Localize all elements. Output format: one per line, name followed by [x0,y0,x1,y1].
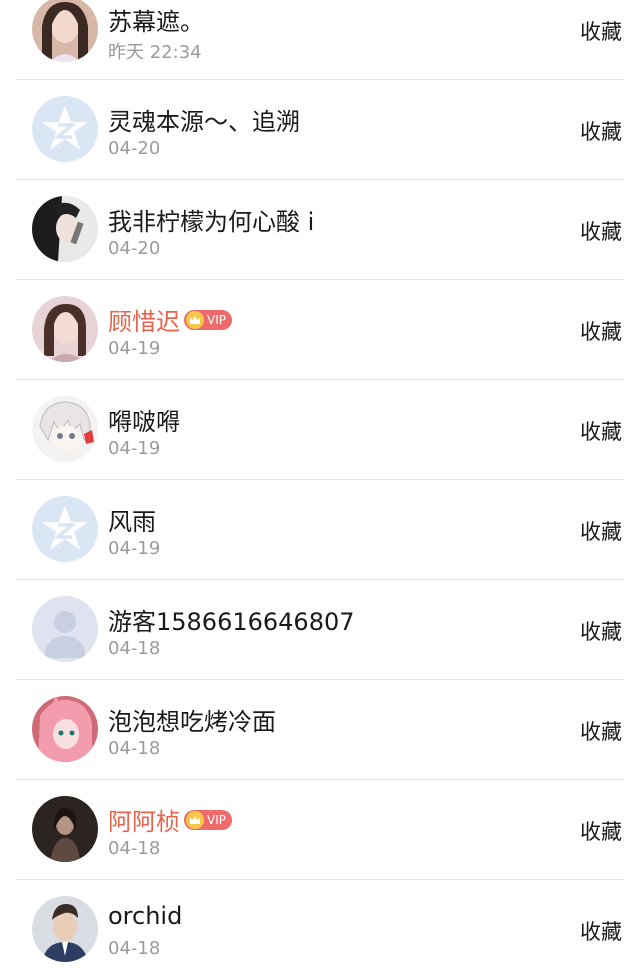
timestamp: 04-20 [108,138,161,159]
user-name: 风雨 [108,508,156,536]
list-item[interactable]: 游客1586616646807 04-18 收藏 [16,580,624,680]
user-name: 灵魂本源～、追溯 [108,108,300,136]
favorite-button[interactable]: 收藏 [580,416,622,446]
crown-icon [186,310,204,329]
default-person-icon [32,596,98,662]
favorite-button[interactable]: 收藏 [580,816,622,846]
list-item[interactable]: 风雨 04-19 收藏 [16,480,624,580]
timestamp: 04-19 [108,338,161,359]
list-item[interactable]: 泡泡想吃烤冷面 04-18 收藏 [16,680,624,780]
avatar[interactable] [32,96,98,162]
vip-badge: VIP [184,309,232,330]
avatar[interactable] [32,296,98,362]
favorite-button[interactable]: 收藏 [580,116,622,146]
timestamp: 04-18 [108,738,161,759]
default-qq-icon [32,496,98,562]
favorite-button[interactable]: 收藏 [580,516,622,546]
avatar[interactable] [32,696,98,762]
timestamp: 04-18 [108,638,161,659]
user-name: 泡泡想吃烤冷面 [108,708,276,736]
default-qq-icon [32,96,98,162]
list-item[interactable]: 阿阿桢 VIP 04-18 收藏 [16,780,624,880]
list-item[interactable]: 苏幕遮。 昨天 22:34 收藏 [16,0,624,80]
user-name: 苏幕遮。 [108,8,204,36]
favorite-button[interactable]: 收藏 [580,716,622,746]
avatar[interactable] [32,596,98,662]
user-name: 游客1586616646807 [108,608,355,636]
list-item[interactable]: orchid 04-18 收藏 [16,880,624,980]
user-name: 阿阿桢 VIP [108,802,232,837]
user-name: 嘚啵嘚 [108,408,180,436]
list-item[interactable]: 我非柠檬为何心酸 i 04-20 收藏 [16,180,624,280]
avatar[interactable] [32,196,98,262]
favorite-button[interactable]: 收藏 [580,316,622,346]
list-item[interactable]: 嘚啵嘚 04-19 收藏 [16,380,624,480]
vip-badge: VIP [184,809,232,830]
favorite-button[interactable]: 收藏 [580,916,622,946]
avatar[interactable] [32,896,98,962]
avatar[interactable] [32,396,98,462]
user-name: 我非柠檬为何心酸 i [108,208,315,236]
timestamp: 04-19 [108,438,161,459]
timestamp: 昨天 22:34 [108,42,202,63]
user-name: 顾惜迟 VIP [108,302,232,337]
list-item[interactable]: 顾惜迟 VIP 04-19 收藏 [16,280,624,380]
avatar[interactable] [32,796,98,862]
crown-icon [186,810,204,829]
favorites-list: 苏幕遮。 昨天 22:34 收藏 灵魂本源～、追溯 04-20 收藏 我非柠檬为… [0,0,640,962]
timestamp: 04-19 [108,538,161,559]
timestamp: 04-20 [108,238,161,259]
avatar[interactable] [32,0,98,62]
timestamp: 04-18 [108,938,161,959]
user-name: orchid [108,902,183,930]
favorite-button[interactable]: 收藏 [580,216,622,246]
timestamp: 04-18 [108,838,161,859]
favorite-button[interactable]: 收藏 [580,616,622,646]
favorite-button[interactable]: 收藏 [580,16,622,46]
avatar[interactable] [32,496,98,562]
list-item[interactable]: 灵魂本源～、追溯 04-20 收藏 [16,80,624,180]
